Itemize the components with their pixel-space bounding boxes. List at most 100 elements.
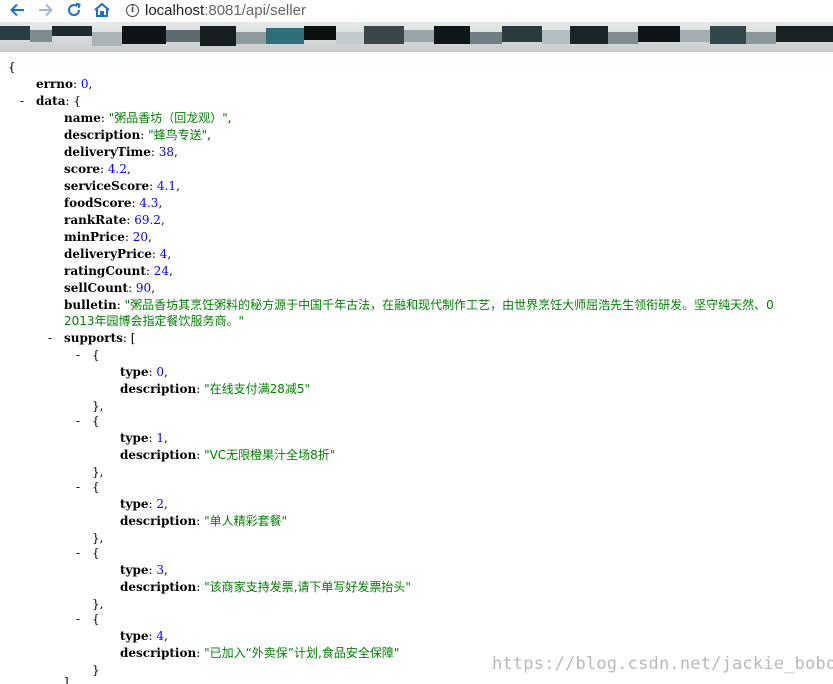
- type-key: type: [120, 365, 149, 379]
- support-item-open-brace: {: [92, 612, 100, 626]
- browser-toolbar: i localhost:8081/api/seller: [0, 0, 833, 22]
- errno-value: 0: [80, 77, 89, 91]
- field-key: description: [64, 128, 141, 142]
- field-value: 4.3: [139, 196, 159, 210]
- support-item-open-brace: {: [92, 480, 100, 494]
- field-key: foodScore: [64, 196, 132, 210]
- field-row-foodScore: foodScore: 4.3,: [64, 196, 163, 210]
- data-key: data: [36, 94, 66, 108]
- description-value: "该商家支持发票,请下单写好发票抬头": [204, 580, 411, 594]
- supports-close-bracket: ]: [64, 675, 69, 684]
- description-key: description: [120, 382, 197, 396]
- support-item-open-brace: {: [92, 414, 100, 428]
- back-button[interactable]: [6, 0, 28, 20]
- field-key: rankRate: [64, 213, 127, 227]
- bulletin-row-cont: 2013年园博会指定餐饮服务商。": [64, 313, 244, 330]
- description-value: "单人精彩套餐": [204, 514, 288, 528]
- field-row-sellCount: sellCount: 90,: [64, 281, 156, 295]
- field-key: deliveryTime: [64, 145, 151, 159]
- description-key: description: [120, 514, 197, 528]
- field-value: 20: [132, 230, 148, 244]
- type-key: type: [120, 431, 149, 445]
- type-value: 3: [156, 563, 165, 577]
- type-value: 1: [156, 431, 165, 445]
- support-item-collapse-toggle[interactable]: -: [76, 347, 80, 364]
- field-key: name: [64, 111, 101, 125]
- bulletin-key: bulletin: [64, 298, 117, 312]
- support-item-collapse-toggle[interactable]: -: [76, 413, 80, 430]
- field-row-rankRate: rankRate: 69.2,: [64, 213, 165, 227]
- address-bar[interactable]: i localhost:8081/api/seller: [120, 0, 833, 20]
- support-type-row: type: 2,: [120, 497, 168, 511]
- type-value: 2: [156, 497, 165, 511]
- support-item-close-brace: }: [92, 663, 100, 677]
- support-item-open-brace: {: [92, 546, 100, 560]
- json-viewer: { errno: 0, - data: { name: "粥品香坊（回龙观）",…: [0, 52, 833, 684]
- bulletin-value-line1: "粥品香坊其烹饪粥料的秘方源于中国千年古法，在融和现代制作工艺，由世界烹饪大师屈…: [124, 298, 774, 312]
- supports-row: supports: [: [64, 331, 136, 345]
- field-value: 4.1: [156, 179, 177, 193]
- description-value: "在线支付满28减5": [204, 382, 311, 396]
- support-description-row: description: "已加入“外卖保”计划,食品安全保障": [120, 646, 400, 660]
- support-item-open-brace: {: [92, 348, 100, 362]
- support-description-row: description: "单人精彩套餐": [120, 514, 288, 528]
- field-row-name: name: "粥品香坊（回龙观）",: [64, 111, 232, 125]
- data-open-brace: {: [73, 94, 81, 108]
- type-value: 4: [156, 629, 165, 643]
- field-row-minPrice: minPrice: 20,: [64, 230, 152, 244]
- field-row-deliveryPrice: deliveryPrice: 4,: [64, 247, 172, 261]
- field-value: 4.2: [107, 162, 127, 176]
- home-icon: [94, 2, 110, 17]
- description-value: "VC无限橙果汁全场8折": [204, 448, 336, 462]
- watermark-text: https://blog.csdn.net/jackie_bobo: [492, 654, 833, 674]
- bulletin-value-line2: 2013年园博会指定餐饮服务商。": [64, 314, 245, 328]
- field-value: 38: [158, 145, 175, 159]
- supports-open-bracket: [: [130, 331, 136, 345]
- support-description-row: description: "该商家支持发票,请下单写好发票抬头": [120, 580, 411, 594]
- field-value: "蜂鸟专送": [148, 128, 208, 142]
- description-value: "已加入“外卖保”计划,食品安全保障": [204, 646, 400, 660]
- data-row: data: {: [36, 94, 81, 108]
- arrow-right-icon: [39, 3, 53, 17]
- field-value: 24: [153, 264, 170, 278]
- support-item-collapse-toggle[interactable]: -: [76, 479, 80, 496]
- supports-collapse-toggle[interactable]: -: [48, 330, 52, 347]
- field-row-description: description: "蜂鸟专送",: [64, 128, 211, 142]
- field-row-serviceScore: serviceScore: 4.1,: [64, 179, 180, 193]
- support-type-row: type: 3,: [120, 563, 168, 577]
- field-row-ratingCount: ratingCount: 24,: [64, 264, 173, 278]
- bulletin-row: bulletin: "粥品香坊其烹饪粥料的秘方源于中国千年古法，在融和现代制作工…: [64, 298, 774, 312]
- support-description-row: description: "VC无限橙果汁全场8折": [120, 448, 336, 462]
- reload-icon: [68, 2, 81, 16]
- support-item-collapse-toggle[interactable]: -: [76, 611, 80, 628]
- description-key: description: [120, 580, 197, 594]
- support-type-row: type: 1,: [120, 431, 168, 445]
- home-button[interactable]: [91, 0, 113, 20]
- field-value: 90: [135, 281, 152, 295]
- arrow-left-icon: [10, 3, 24, 17]
- type-key: type: [120, 497, 149, 511]
- type-key: type: [120, 563, 149, 577]
- url-text: localhost:8081/api/seller: [145, 2, 306, 19]
- field-key: deliveryPrice: [64, 247, 152, 261]
- field-row-score: score: 4.2,: [64, 162, 131, 176]
- support-type-row: type: 4,: [120, 629, 168, 643]
- url-path: :8081/api/seller: [204, 1, 306, 19]
- type-value: 0: [156, 365, 165, 379]
- info-icon[interactable]: i: [126, 3, 139, 17]
- field-row-deliveryTime: deliveryTime: 38,: [64, 145, 178, 159]
- field-value: "粥品香坊（回龙观）": [108, 111, 228, 125]
- field-key: ratingCount: [64, 264, 146, 278]
- data-collapse-toggle[interactable]: -: [20, 93, 24, 110]
- errno-row: errno: 0,: [36, 77, 93, 91]
- field-value: 69.2: [134, 213, 161, 227]
- support-item-collapse-toggle[interactable]: -: [76, 545, 80, 562]
- supports-key: supports: [64, 331, 123, 345]
- forward-button[interactable]: [35, 0, 57, 20]
- field-key: minPrice: [64, 230, 125, 244]
- description-key: description: [120, 646, 197, 660]
- support-description-row: description: "在线支付满28减5": [120, 382, 311, 396]
- support-type-row: type: 0,: [120, 365, 168, 379]
- reload-button[interactable]: [63, 0, 85, 20]
- url-host: localhost: [145, 1, 205, 19]
